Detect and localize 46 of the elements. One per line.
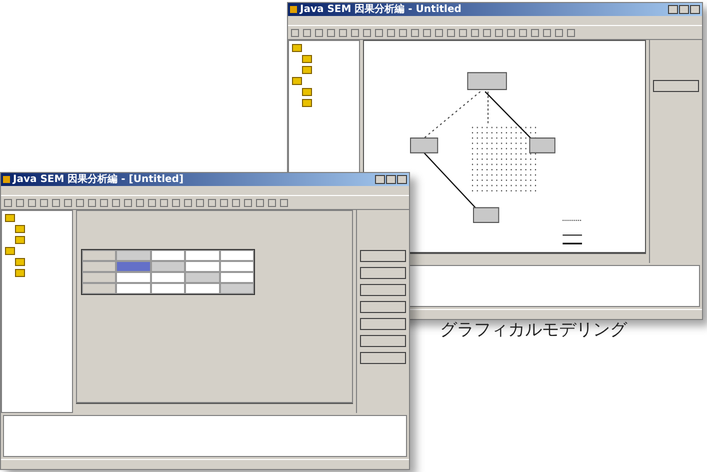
app-icon: [3, 176, 10, 183]
table-cell: [220, 261, 254, 272]
diagram-node[interactable]: [529, 138, 556, 154]
table-cell: [82, 272, 116, 283]
table-cell: [150, 261, 186, 272]
table-cell: [150, 272, 186, 283]
table-cell: [185, 272, 220, 283]
panel-button[interactable]: [360, 352, 406, 364]
panel-button[interactable]: [360, 318, 406, 330]
table-cell: [116, 272, 151, 283]
panel-button[interactable]: [653, 80, 699, 92]
legend-drawing: [562, 220, 582, 244]
panel-button[interactable]: [360, 301, 406, 313]
window-title: Java SEM 因果分析編 - Untitled: [300, 4, 462, 16]
table-cell: [220, 272, 254, 283]
path-line: [424, 91, 481, 138]
diagram-node[interactable]: [473, 207, 500, 223]
app-icon: [290, 6, 297, 13]
maximize-button[interactable]: [679, 5, 689, 14]
table-cell: [116, 261, 151, 272]
maximize-button[interactable]: [386, 175, 396, 184]
table-cell: [150, 250, 186, 261]
diagram-node[interactable]: [467, 72, 507, 90]
window-title: Java SEM 因果分析編 - [Untitled]: [13, 174, 184, 186]
table-cell: [185, 250, 220, 261]
table-cell: [116, 283, 151, 294]
close-button[interactable]: [397, 175, 407, 184]
table-cell: [82, 283, 116, 294]
minimize-button[interactable]: [668, 5, 678, 14]
minimize-button[interactable]: [375, 175, 385, 184]
table-cell: [220, 250, 254, 261]
panel-button[interactable]: [360, 284, 406, 296]
panel-button[interactable]: [360, 250, 406, 262]
table-cell: [185, 261, 220, 272]
path-line: [424, 152, 476, 208]
panel-button[interactable]: [360, 335, 406, 347]
table-cell: [185, 283, 220, 294]
panel-button[interactable]: [360, 267, 406, 279]
caption: グラフィカルモデリング: [440, 319, 627, 341]
table-cell: [82, 250, 116, 261]
table-cell: [82, 261, 116, 272]
table-cell: [220, 283, 254, 294]
table-cell: [150, 283, 186, 294]
diagram-node[interactable]: [410, 138, 438, 154]
close-button[interactable]: [690, 5, 700, 14]
table-cell: [116, 250, 151, 261]
